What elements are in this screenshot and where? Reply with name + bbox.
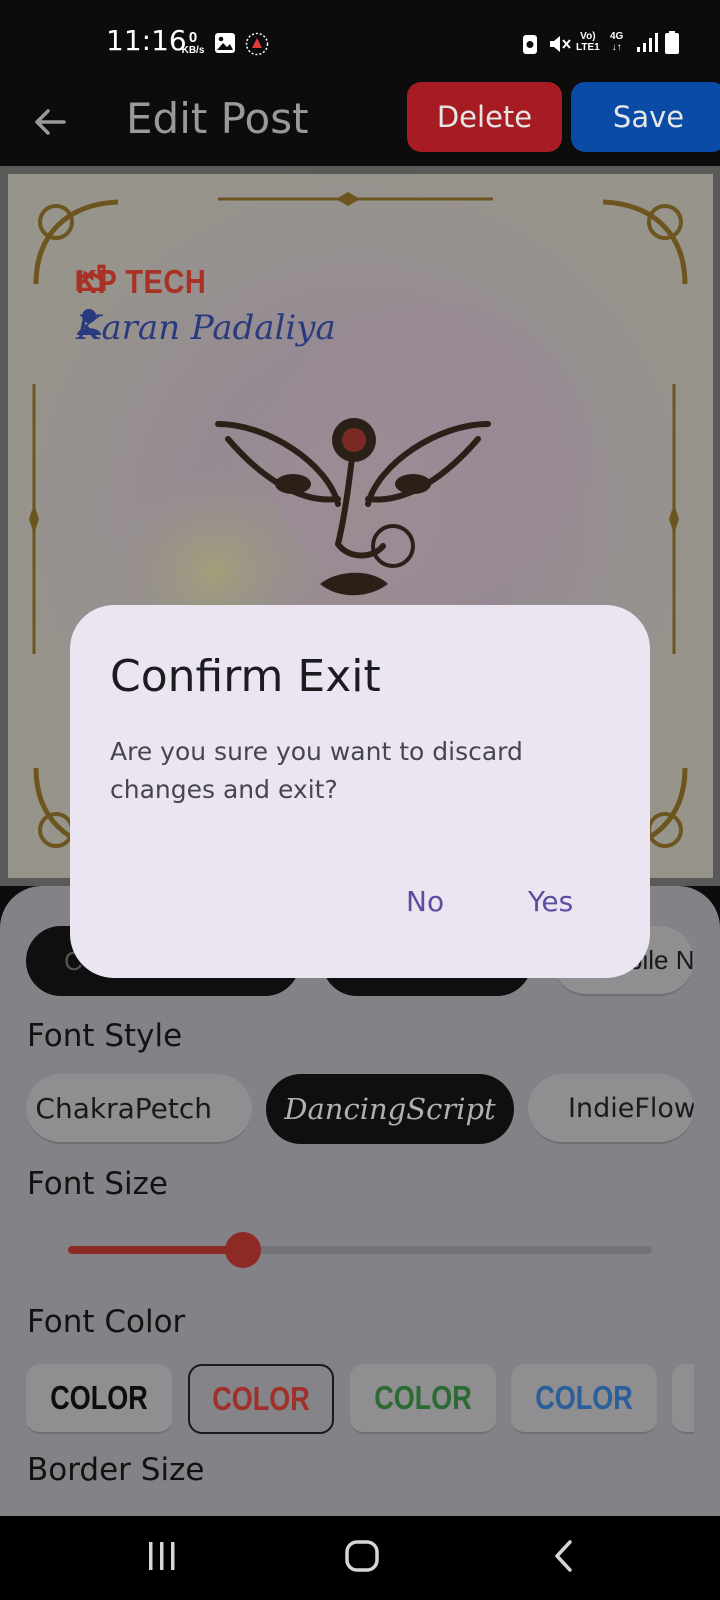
battery-icon — [665, 31, 679, 54]
confirm-exit-dialog: Confirm Exit Are you sure you want to di… — [70, 605, 650, 978]
notification-icon — [245, 32, 269, 56]
mute-icon — [550, 36, 571, 52]
back-nav-icon[interactable] — [550, 1538, 578, 1574]
home-icon[interactable] — [344, 1538, 380, 1574]
save-button[interactable]: Save — [571, 82, 720, 152]
status-bar: 11:16 0 KB/s Vo) LTE1 4G ↓↑ — [0, 0, 720, 84]
dialog-no-button[interactable]: No — [394, 877, 456, 926]
network-type-text: 4G — [610, 31, 624, 42]
signal-icon — [637, 33, 658, 52]
dialog-message: Are you sure you want to discard changes… — [110, 737, 523, 804]
network-label-top: Vo) — [580, 31, 596, 42]
page-title: Edit Post — [126, 94, 309, 143]
net-speed: 0 KB/s — [180, 30, 206, 57]
status-time: 11:16 — [106, 24, 187, 57]
gallery-icon — [215, 33, 235, 53]
app-bar: Edit Post Delete Save — [0, 82, 720, 166]
recent-apps-icon[interactable] — [146, 1538, 178, 1574]
nfc-icon — [523, 35, 537, 54]
net-speed-value: 0 — [188, 29, 198, 46]
dialog-title: Confirm Exit — [110, 651, 381, 702]
network-label-bottom: LTE1 — [576, 42, 600, 53]
network-label: Vo) LTE1 — [576, 31, 600, 53]
delete-button[interactable]: Delete — [407, 82, 562, 152]
net-speed-unit: KB/s — [181, 45, 205, 56]
dialog-yes-button[interactable]: Yes — [516, 877, 585, 926]
back-arrow-icon[interactable] — [28, 100, 72, 144]
network-type: 4G ↓↑ — [610, 31, 624, 53]
system-nav-bar — [0, 1516, 720, 1600]
